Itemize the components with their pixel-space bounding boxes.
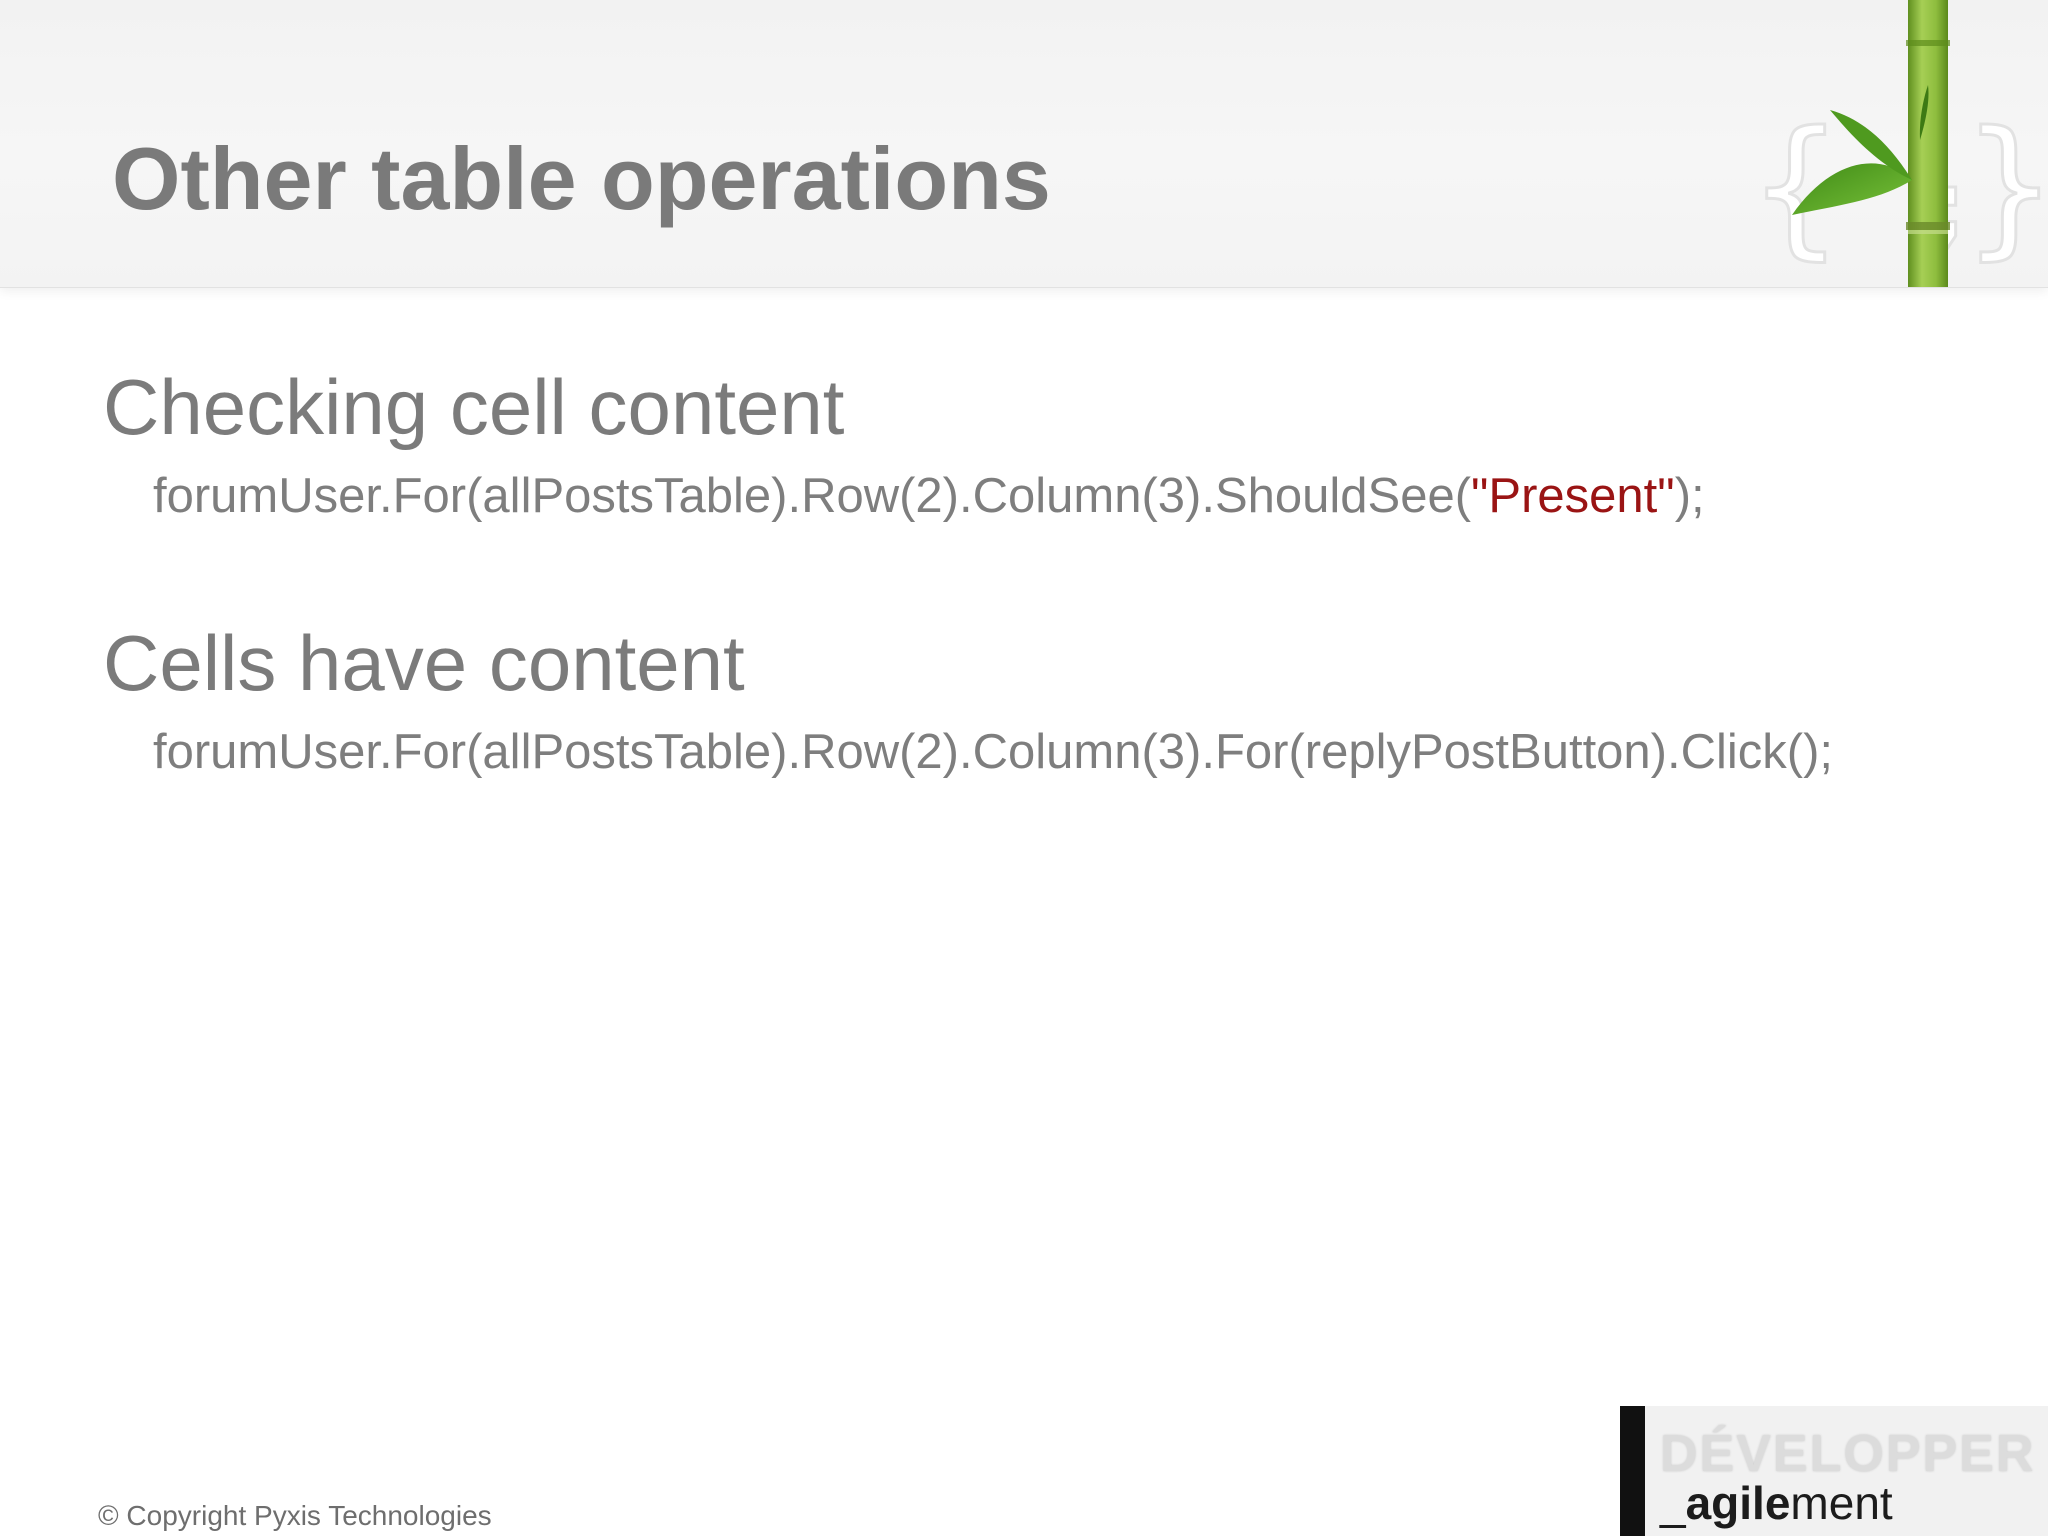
section-heading-cells-have-content: Cells have content [103,619,745,707]
svg-text:}: } [1962,100,2048,274]
brand-line-developper: DÉVELOPPER [1660,1425,2036,1483]
brand-underscore: _ [1660,1477,1686,1529]
code-text: forumUser.For(allPostsTable).Row(2).Colu… [153,469,1472,523]
code-string-literal: "Present" [1471,469,1675,523]
code-text-end: ); [1674,469,1705,523]
bamboo-braces-icon: { } ; [1747,0,2048,287]
brand-logo: DÉVELOPPER _agilement [1620,1406,2048,1536]
section-heading-checking-cell-content: Checking cell content [103,363,845,451]
code-line-should-see: forumUser.For(allPostsTable).Row(2).Colu… [153,468,1705,524]
slide-header: Other table operations { } ; [0,0,2048,288]
footer-copyright: © Copyright Pyxis Technologies [98,1500,492,1531]
brand-ment: ment [1790,1477,1893,1529]
brand-bar [1620,1406,1645,1536]
brand-line-agilement: _agilement [1660,1476,1893,1530]
code-line-click: forumUser.For(allPostsTable).Row(2).Colu… [153,725,1834,779]
brand-agile: agile [1685,1477,1791,1529]
slide-title: Other table operations [112,129,1051,228]
